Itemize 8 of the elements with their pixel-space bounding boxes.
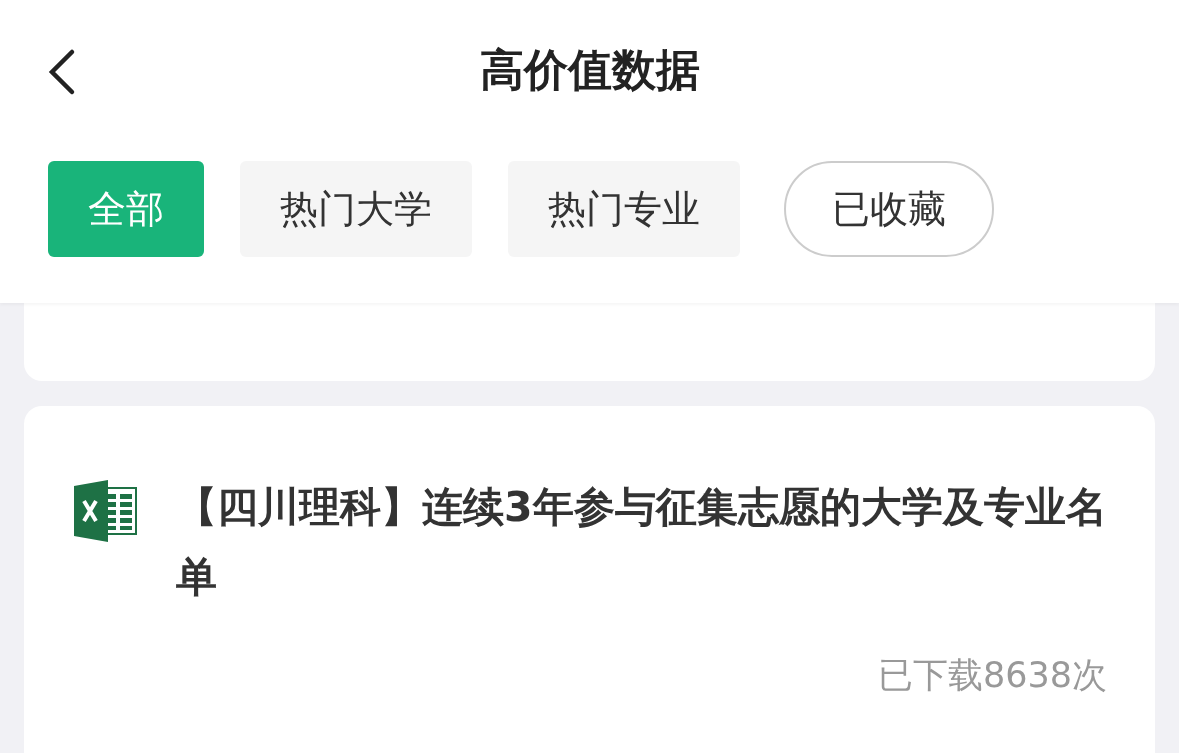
filter-tab[interactable]: 热门大学 [240, 161, 472, 257]
data-card[interactable]: 【四川理科】连续3年参与征集志愿的大学及专业名单 已下载8638次 [24, 406, 1155, 753]
filter-tab[interactable]: 热门专业 [508, 161, 740, 257]
download-count: 已下载8638次 [876, 654, 1107, 697]
spreadsheet-icon [72, 480, 138, 542]
page-title: 高价值数据 [479, 42, 700, 97]
filter-tab[interactable]: 已收藏 [784, 161, 994, 257]
card-title: 【四川理科】连续3年参与征集志愿的大学及专业名单 [176, 482, 1107, 603]
